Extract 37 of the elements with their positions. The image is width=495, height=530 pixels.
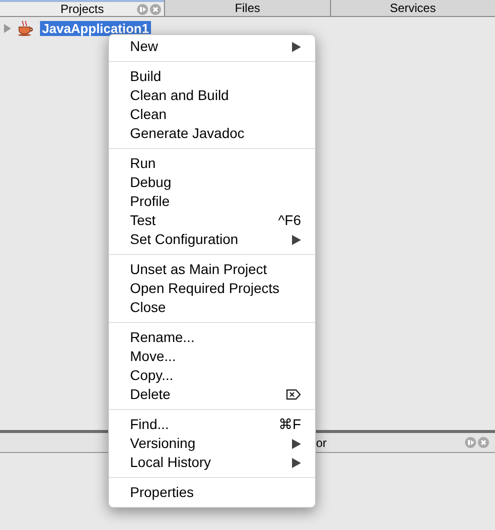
menu-item[interactable]: Build (109, 67, 315, 86)
menu-item[interactable]: Find... ⌘F (109, 415, 315, 434)
menu-item[interactable]: Generate Javadoc (109, 124, 315, 143)
submenu-arrow-icon (292, 234, 301, 244)
menu-item[interactable]: Profile (109, 192, 315, 211)
shortcut-label: ⌘F (278, 415, 301, 434)
menu-item[interactable]: Test ^F6 (109, 211, 315, 230)
expand-triangle-icon[interactable] (4, 24, 11, 32)
minimize-icon[interactable] (465, 437, 476, 448)
coffee-cup-icon (17, 20, 34, 36)
close-icon[interactable] (478, 437, 489, 448)
delete-key-icon (286, 389, 301, 400)
menu-item[interactable]: Run (109, 154, 315, 173)
menu-item[interactable]: Clean (109, 105, 315, 124)
menu-item[interactable]: Close (109, 298, 315, 317)
menu-item[interactable]: Move... (109, 347, 315, 366)
menu-item[interactable]: Local History (109, 453, 315, 472)
panel-tab[interactable]: Services (330, 0, 495, 16)
close-icon[interactable] (150, 4, 162, 15)
menu-item[interactable]: Delete (109, 385, 315, 404)
panel-tab[interactable]: Projects (0, 0, 164, 16)
menu-item[interactable]: Properties (109, 483, 315, 502)
panel-title: or (316, 434, 327, 452)
submenu-arrow-icon (292, 42, 301, 52)
menu-item[interactable]: New (109, 37, 315, 56)
menu-item[interactable]: Debug (109, 173, 315, 192)
shortcut-label: ^F6 (278, 211, 301, 230)
project-node[interactable]: JavaApplication1 (40, 20, 151, 36)
minimize-icon[interactable] (137, 4, 148, 15)
menu-item[interactable]: Copy... (109, 366, 315, 385)
menu-item[interactable]: Clean and Build (109, 86, 315, 105)
panel-tab[interactable]: Files (164, 0, 330, 16)
menu-item[interactable]: Set Configuration (109, 230, 315, 249)
menu-item[interactable]: Unset as Main Project (109, 260, 315, 279)
menu-item[interactable]: Versioning (109, 434, 315, 453)
menu-item[interactable]: Open Required Projects (109, 279, 315, 298)
menu-item[interactable]: Rename... (109, 328, 315, 347)
